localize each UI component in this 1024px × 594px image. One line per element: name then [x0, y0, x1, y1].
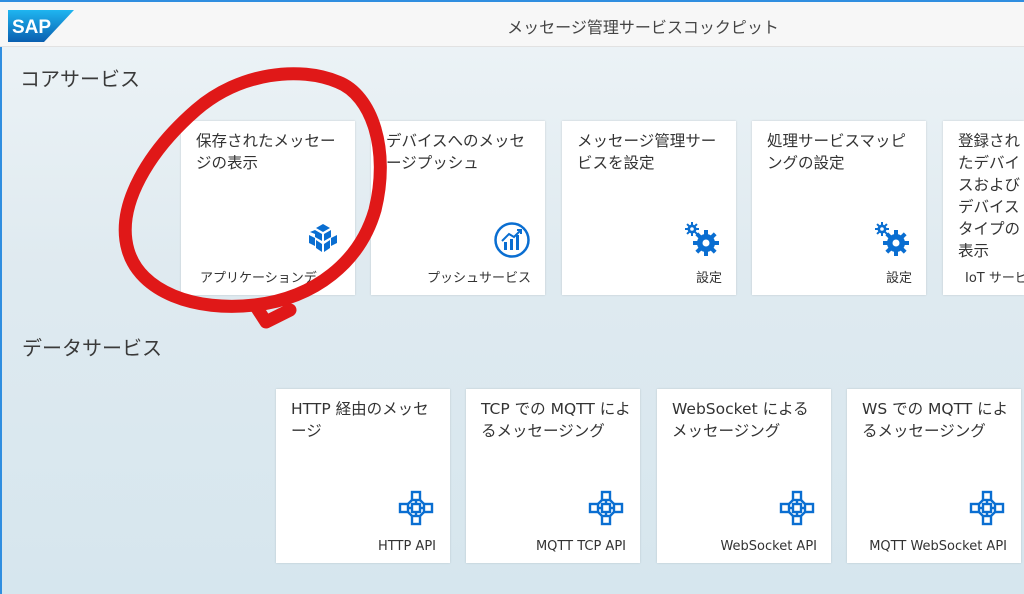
tile-title: HTTP 経由のメッセージ	[291, 400, 429, 440]
tile-footer: WebSocket API	[720, 539, 817, 554]
tile-mqtt-ws-messaging[interactable]: WS での MQTT によるメッセージング MQTT WebSocket API	[847, 389, 1021, 563]
tile-view-stored-messages[interactable]: 保存されたメッセージの表示 アプリケーションデ...	[181, 121, 355, 295]
tile-footer: アプリケーションデ...	[200, 271, 330, 286]
left-accent-line	[0, 0, 2, 594]
tile-title: 登録されたデバイスおよびデバイスタイプの表示	[958, 132, 1021, 260]
gears-icon	[684, 221, 722, 259]
tile-footer: 設定	[695, 271, 722, 286]
tile-title: WS での MQTT によるメッセージング	[862, 400, 1009, 440]
app-title: メッセージ管理サービスコックピット	[507, 18, 779, 37]
tile-footer: IoT サービス	[965, 271, 1024, 286]
chart-up-icon	[493, 221, 531, 259]
network-icon	[778, 489, 816, 527]
tile-push-messages[interactable]: デバイスへのメッセージプッシュ プッシュサービス	[371, 121, 545, 295]
section-title-core: コアサービス	[20, 67, 140, 91]
tile-title: 処理サービスマッピングの設定	[767, 132, 907, 172]
tile-footer: MQTT TCP API	[535, 539, 626, 554]
tile-mqtt-tcp-messaging[interactable]: TCP での MQTT によるメッセージング MQTT TCP API	[466, 389, 640, 563]
tile-footer: MQTT WebSocket API	[869, 539, 1007, 554]
tile-title: WebSocket によるメッセージング	[672, 400, 809, 440]
tile-footer: 設定	[885, 271, 912, 286]
gears-icon	[874, 221, 912, 259]
shell-bar: SAP メッセージ管理サービスコックピット	[0, 2, 1024, 47]
tile-registered-devices[interactable]: 登録されたデバイスおよびデバイスタイプの表示 IoT サービス	[943, 121, 1024, 295]
network-icon	[587, 489, 625, 527]
tile-configure-mms[interactable]: メッセージ管理サービスを設定 設定	[562, 121, 736, 295]
tile-title: デバイスへのメッセージプッシュ	[386, 132, 526, 172]
tile-title: メッセージ管理サービスを設定	[577, 132, 717, 172]
tile-footer: HTTP API	[378, 539, 436, 554]
tile-title: TCP での MQTT によるメッセージング	[481, 400, 631, 440]
tile-http-messaging[interactable]: HTTP 経由のメッセージ HTTP API	[276, 389, 450, 563]
cube-icon	[306, 222, 340, 256]
tile-processing-service-mapping[interactable]: 処理サービスマッピングの設定 設定	[752, 121, 926, 295]
tile-title: 保存されたメッセージの表示	[196, 132, 336, 172]
network-icon	[397, 489, 435, 527]
tile-websocket-messaging[interactable]: WebSocket によるメッセージング WebSocket API	[657, 389, 831, 563]
tile-footer: プッシュサービス	[426, 271, 531, 286]
section-title-data: データサービス	[22, 336, 162, 360]
network-icon	[968, 489, 1006, 527]
